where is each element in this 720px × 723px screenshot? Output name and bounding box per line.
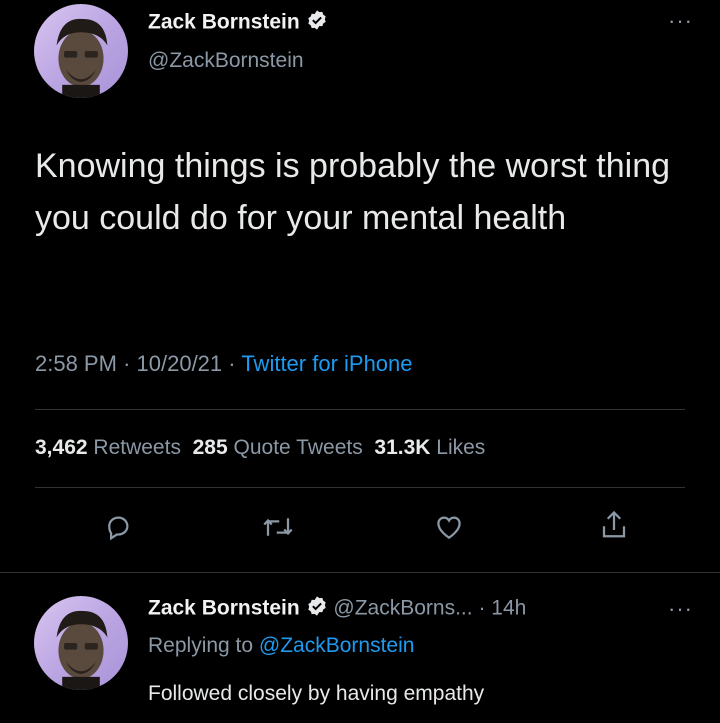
verified-badge-icon <box>306 595 328 623</box>
more-icon[interactable]: ··· <box>668 10 693 32</box>
avatar-face <box>56 610 108 690</box>
reply-author-name[interactable]: Zack Bornstein <box>148 597 300 620</box>
retweets-label: Retweets <box>93 436 181 459</box>
author-handle[interactable]: @ZackBornstein <box>148 49 304 73</box>
replying-to-handle[interactable]: @ZackBornstein <box>259 634 415 657</box>
meta-separator: · <box>123 351 131 376</box>
tweet-date[interactable]: 10/20/21 <box>137 351 223 376</box>
tweet-meta: 2:58 PM · 10/20/21 · Twitter for iPhone <box>35 351 413 377</box>
verified-badge-icon <box>306 9 328 37</box>
likes-count: 31.3K <box>374 436 431 459</box>
replying-to-line: Replying to @ZackBornstein <box>148 634 414 658</box>
tweet-text: Knowing things is probably the worst thi… <box>35 147 671 237</box>
tweet-stats: 3,462 Retweets 285 Quote Tweets 31.3K Li… <box>35 436 485 460</box>
divider <box>35 487 685 488</box>
author-avatar[interactable] <box>34 4 128 98</box>
tweet-author-line: Zack Bornstein <box>148 9 328 37</box>
retweets-stat[interactable]: 3,462 Retweets <box>35 436 181 459</box>
quotes-count: 285 <box>192 436 228 459</box>
likes-label: Likes <box>436 436 486 459</box>
author-name[interactable]: Zack Bornstein <box>148 11 300 34</box>
retweets-count: 3,462 <box>35 436 88 459</box>
reply-icon[interactable] <box>103 512 133 542</box>
reply-author-line: Zack Bornstein @ZackBorns... · 14h <box>148 595 526 623</box>
avatar-face <box>56 18 108 98</box>
share-icon[interactable] <box>599 508 629 542</box>
meta-separator: · <box>228 351 236 376</box>
tweet-time[interactable]: 2:58 PM <box>35 351 117 376</box>
retweet-icon[interactable] <box>261 512 295 542</box>
reply-text: Followed closely by having empathy <box>148 682 485 705</box>
divider <box>35 409 685 410</box>
replying-prefix: Replying to <box>148 634 254 657</box>
section-divider <box>0 572 720 573</box>
heart-icon[interactable] <box>433 512 465 542</box>
reply-author-avatar[interactable] <box>34 596 128 690</box>
reply-author-handle[interactable]: @ZackBorns... <box>333 597 472 620</box>
reply-age[interactable]: 14h <box>491 597 526 620</box>
likes-stat[interactable]: 31.3K Likes <box>374 436 485 459</box>
reply-separator: · <box>478 596 486 620</box>
quotes-stat[interactable]: 285 Quote Tweets <box>193 436 363 459</box>
tweet-source[interactable]: Twitter for iPhone <box>241 351 412 376</box>
quotes-label: Quote Tweets <box>233 436 363 459</box>
more-icon[interactable]: ··· <box>668 598 693 620</box>
